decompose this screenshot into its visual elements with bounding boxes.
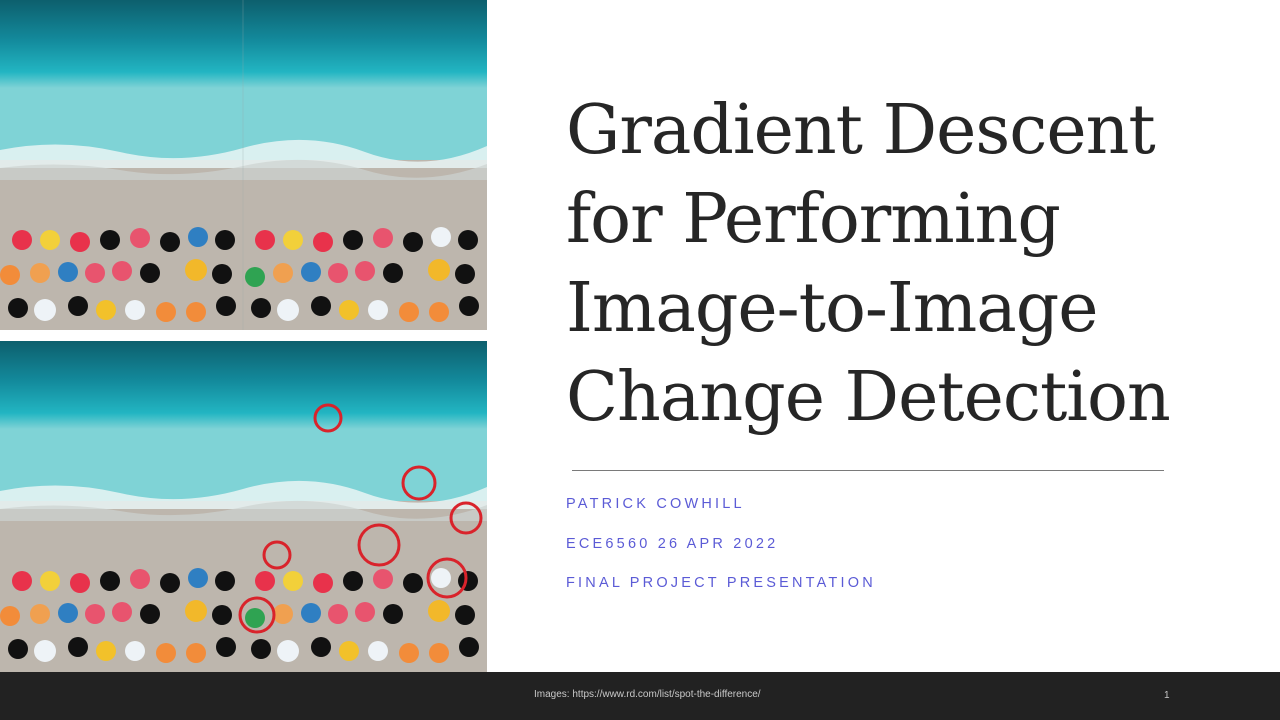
image-panel-original — [0, 0, 487, 330]
page-number: 1 — [1164, 690, 1170, 701]
course-date: ECE6560 26 APR 2022 — [566, 536, 779, 552]
title-line: for Performing — [566, 180, 1061, 259]
image-panel-differences — [0, 341, 487, 672]
slide-title: Gradient Descent for Performing Image-to… — [566, 86, 1186, 442]
title-line: Image-to-Image — [566, 269, 1099, 348]
beach-aerial-photo-with-difference-circles-icon — [0, 341, 487, 672]
image-credit: Images: https://www.rd.com/list/spot-the… — [534, 689, 761, 700]
title-line: Gradient Descent — [566, 91, 1156, 170]
title-line: Change Detection — [566, 358, 1171, 437]
slide-footer: Images: https://www.rd.com/list/spot-the… — [0, 672, 1280, 720]
beach-aerial-photo-icon — [0, 0, 487, 330]
presentation-subtitle: FINAL PROJECT PRESENTATION — [566, 575, 876, 591]
title-divider — [572, 470, 1164, 471]
author-name: PATRICK COWHILL — [566, 496, 745, 512]
